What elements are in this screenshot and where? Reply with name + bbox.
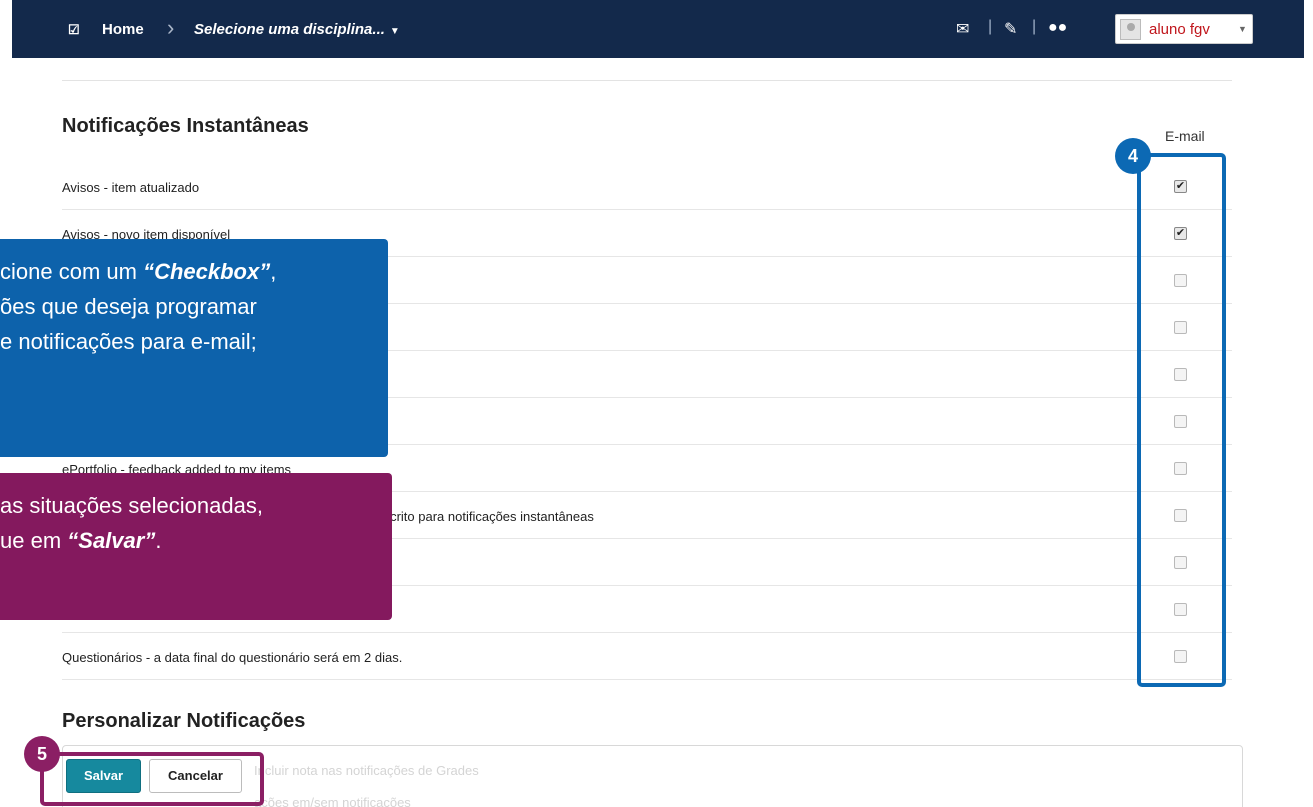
notification-label: Avisos - item atualizado (62, 180, 200, 195)
notification-label: Questionários - a data final do question… (62, 650, 403, 665)
instruction-callout-checkbox: cione com um “Checkbox”, ões que deseja … (0, 239, 388, 457)
course-selector-label: Selecione uma disciplina... (194, 21, 385, 38)
callout-line: cione com um “Checkbox”, (0, 254, 388, 289)
subscriptions-icon[interactable]: ●● (1048, 19, 1067, 37)
callout-text: cione com um (0, 259, 144, 284)
callout-text: ue em (0, 528, 68, 553)
notification-row: Avisos - item atualizado ✔ (62, 163, 1232, 210)
email-column-highlight (1137, 153, 1226, 687)
top-navigation-bar: ☑ Home › Selecione uma disciplina... ▼ ✉ … (12, 0, 1304, 58)
home-link[interactable]: Home (102, 21, 144, 38)
section-title-custom: Personalizar Notificações (62, 710, 306, 732)
callout-emphasis: “Checkbox” (143, 259, 271, 284)
faded-setting-text: ações em/sem notificações (254, 795, 411, 807)
callout-text: . (155, 528, 162, 553)
callout-text: , (270, 259, 277, 284)
instruction-callout-save: as situações selecionadas, ue em “Salvar… (0, 473, 392, 620)
brand-logo-icon[interactable]: ☑ (68, 22, 80, 38)
callout-line: ue em “Salvar”. (0, 523, 392, 558)
divider (62, 80, 1232, 81)
faded-setting-text: Incluir nota nas notificações de Grades (254, 763, 479, 778)
callout-line: e notificações para e-mail; (0, 329, 257, 354)
column-header-email: E-mail (1165, 128, 1205, 144)
buttons-highlight (40, 752, 264, 806)
course-selector-dropdown[interactable]: Selecione uma disciplina... ▼ (194, 21, 400, 38)
messages-icon[interactable]: ✉ (956, 19, 969, 39)
chevron-down-icon: ▼ (389, 26, 400, 37)
user-menu[interactable]: aluno fgv ▼ (1115, 14, 1253, 44)
chevron-down-icon: ▼ (1238, 24, 1247, 34)
step-badge-4: 4 (1115, 138, 1151, 174)
toolbar-divider: | (988, 18, 993, 35)
user-name: aluno fgv (1149, 21, 1210, 38)
avatar (1120, 19, 1141, 40)
callout-line: as situações selecionadas, (0, 493, 263, 518)
step-badge-5: 5 (24, 736, 60, 772)
toolbar-divider: | (1032, 18, 1037, 35)
breadcrumb-chevron-icon: › (167, 15, 175, 40)
updates-icon[interactable]: ✎ (1004, 19, 1017, 39)
section-title-instant: Notificações Instantâneas (62, 115, 309, 137)
notification-row: Questionários - a data final do question… (62, 633, 1232, 680)
callout-emphasis: “Salvar” (67, 528, 156, 553)
callout-line: ões que deseja programar (0, 294, 257, 319)
